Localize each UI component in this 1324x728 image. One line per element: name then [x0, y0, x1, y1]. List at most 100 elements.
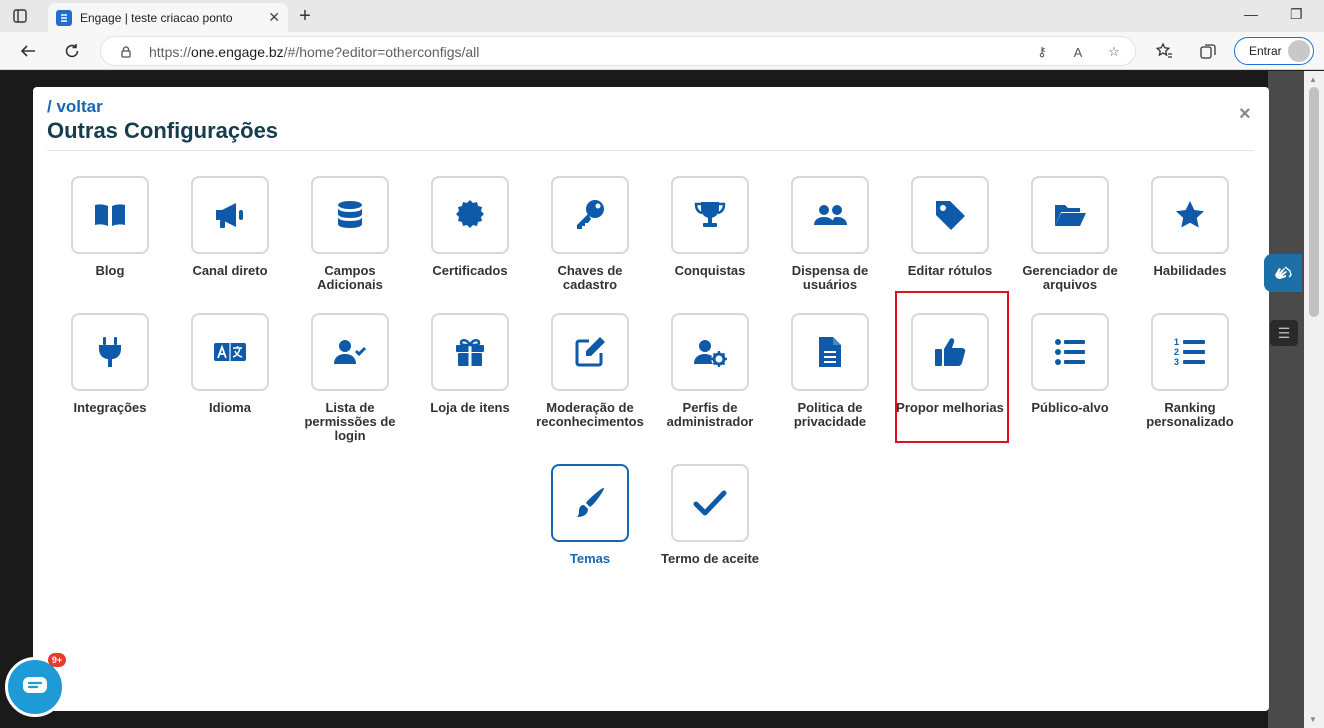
config-tile-blog[interactable]: Blog: [50, 176, 170, 278]
collections-icon[interactable]: [1197, 40, 1219, 62]
star-icon: [1176, 201, 1204, 228]
back-arrow-icon[interactable]: [16, 39, 40, 63]
tab-close-icon[interactable]: ✕: [268, 9, 280, 26]
tab-bar: Engage | teste criacao ponto ✕ + — ❐: [0, 0, 1324, 32]
config-tile-chaves-de-cadastro[interactable]: Chaves de cadastro: [530, 176, 650, 292]
divider: [47, 150, 1254, 151]
chat-icon: [23, 677, 47, 693]
user-check-icon: [334, 340, 367, 364]
scroll-up-icon[interactable]: ▲: [1309, 75, 1317, 84]
document-icon: [819, 337, 841, 367]
tile-label: Conquistas: [674, 263, 746, 278]
edit-icon: [575, 337, 605, 367]
tile-label: Canal direto: [192, 263, 268, 278]
config-tile-perfis-de-administrador[interactable]: Perfis de administrador: [650, 313, 770, 429]
config-tile-lista-de-permissoes[interactable]: Lista de permissões de login: [290, 313, 410, 443]
url-input[interactable]: https://one.engage.bz/#/home?editor=othe…: [100, 36, 1136, 66]
lock-icon[interactable]: [117, 43, 135, 61]
config-tile-ranking-personalizado[interactable]: 123 Ranking personalizado: [1130, 313, 1250, 429]
menu-icon[interactable]: ☰: [1270, 320, 1298, 346]
scroll-down-icon[interactable]: ▼: [1309, 715, 1317, 724]
browser-tab[interactable]: Engage | teste criacao ponto ✕: [48, 3, 288, 32]
tile-box[interactable]: [671, 464, 749, 542]
tile-label: Certificados: [432, 263, 508, 278]
config-tile-editar-rotulos[interactable]: Editar rótulos: [890, 176, 1010, 278]
tile-box[interactable]: 123: [1151, 313, 1229, 391]
refresh-icon[interactable]: [60, 39, 84, 63]
paintbrush-icon: [577, 487, 605, 517]
back-link[interactable]: / voltar: [47, 97, 103, 117]
tile-box[interactable]: [431, 313, 509, 391]
scroll-thumb[interactable]: [1309, 87, 1319, 317]
add-favorite-icon[interactable]: ☆: [1105, 43, 1123, 61]
key-icon: [577, 200, 604, 229]
tile-box[interactable]: [431, 176, 509, 254]
tile-box[interactable]: [671, 313, 749, 391]
config-tile-conquistas[interactable]: Conquistas: [650, 176, 770, 278]
favorites-icon[interactable]: [1153, 40, 1175, 62]
tab-actions-icon[interactable]: [0, 0, 40, 32]
tile-label: Loja de itens: [430, 400, 510, 415]
tile-box[interactable]: [1031, 176, 1109, 254]
tile-box[interactable]: [551, 176, 629, 254]
config-tile-integracoes[interactable]: Integrações: [50, 313, 170, 415]
config-tile-campos-adicionais[interactable]: Campos Adicionais: [290, 176, 410, 292]
url-scheme: https://: [149, 44, 192, 60]
config-tile-moderacao[interactable]: Moderação de reconhecimentos: [530, 313, 650, 429]
tile-box[interactable]: [911, 176, 989, 254]
config-tile-idioma[interactable]: Idioma: [170, 313, 290, 415]
check-icon: [693, 490, 727, 516]
accessibility-hands-icon[interactable]: [1264, 254, 1302, 292]
highlight-box: [895, 291, 1009, 443]
config-tile-termo-de-aceite[interactable]: Termo de aceite: [650, 464, 770, 566]
tile-box[interactable]: [1151, 176, 1229, 254]
tile-box[interactable]: [191, 176, 269, 254]
new-tab-icon[interactable]: +: [292, 4, 318, 28]
sign-in-label: Entrar: [1249, 44, 1282, 58]
svg-text:2: 2: [1174, 347, 1179, 357]
config-tile-temas[interactable]: Temas: [530, 464, 650, 566]
tile-label: Perfis de administrador: [666, 400, 754, 429]
tile-box[interactable]: [311, 313, 389, 391]
key-icon[interactable]: ⚷: [1033, 43, 1051, 61]
tile-box[interactable]: [551, 464, 629, 542]
config-tile-canal-direto[interactable]: Canal direto: [170, 176, 290, 278]
tile-box[interactable]: [791, 176, 869, 254]
tile-box[interactable]: [71, 176, 149, 254]
tag-icon: [936, 201, 965, 230]
close-icon[interactable]: ×: [1239, 103, 1251, 126]
tile-box[interactable]: [311, 176, 389, 254]
minimize-icon[interactable]: —: [1244, 6, 1258, 22]
tile-label: Blog: [95, 263, 125, 278]
book-icon: [95, 204, 125, 226]
modal-title: Outras Configurações: [47, 118, 279, 143]
url-text: https://one.engage.bz/#/home?editor=othe…: [149, 44, 479, 60]
restore-icon[interactable]: ❐: [1290, 6, 1303, 23]
tile-box[interactable]: [791, 313, 869, 391]
tile-label: Temas: [569, 551, 611, 566]
config-tile-publico-alvo[interactable]: Público-alvo: [1010, 313, 1130, 415]
trophy-icon: [694, 202, 726, 227]
tile-box[interactable]: [551, 313, 629, 391]
sign-in-button[interactable]: Entrar: [1234, 37, 1314, 65]
tile-label: Campos Adicionais: [317, 263, 383, 292]
tile-label: Termo de aceite: [660, 551, 760, 566]
config-tile-gerenciador-de-arquivos[interactable]: Gerenciador de arquivos: [1010, 176, 1130, 292]
tile-box[interactable]: [71, 313, 149, 391]
user-gear-icon: [694, 340, 727, 367]
read-aloud-icon[interactable]: A: [1069, 43, 1087, 61]
tile-box[interactable]: [671, 176, 749, 254]
tile-box[interactable]: [1031, 313, 1109, 391]
chat-notification-badge: 9+: [48, 653, 66, 667]
page-scrollbar[interactable]: ▲ ▼: [1304, 71, 1324, 728]
config-tile-loja-de-itens[interactable]: Loja de itens: [410, 313, 530, 415]
folder-open-icon: [1055, 205, 1086, 226]
config-tile-habilidades[interactable]: Habilidades: [1130, 176, 1250, 278]
tile-label: Chaves de cadastro: [557, 263, 623, 292]
profile-avatar-icon: [1288, 40, 1310, 62]
config-tile-politica-de-privacidade[interactable]: Politica de privacidade: [770, 313, 890, 429]
config-tile-dispensa-de-usuarios[interactable]: Dispensa de usuários: [770, 176, 890, 292]
tile-label: Habilidades: [1153, 263, 1227, 278]
tile-box[interactable]: [191, 313, 269, 391]
config-tile-certificados[interactable]: Certificados: [410, 176, 530, 278]
